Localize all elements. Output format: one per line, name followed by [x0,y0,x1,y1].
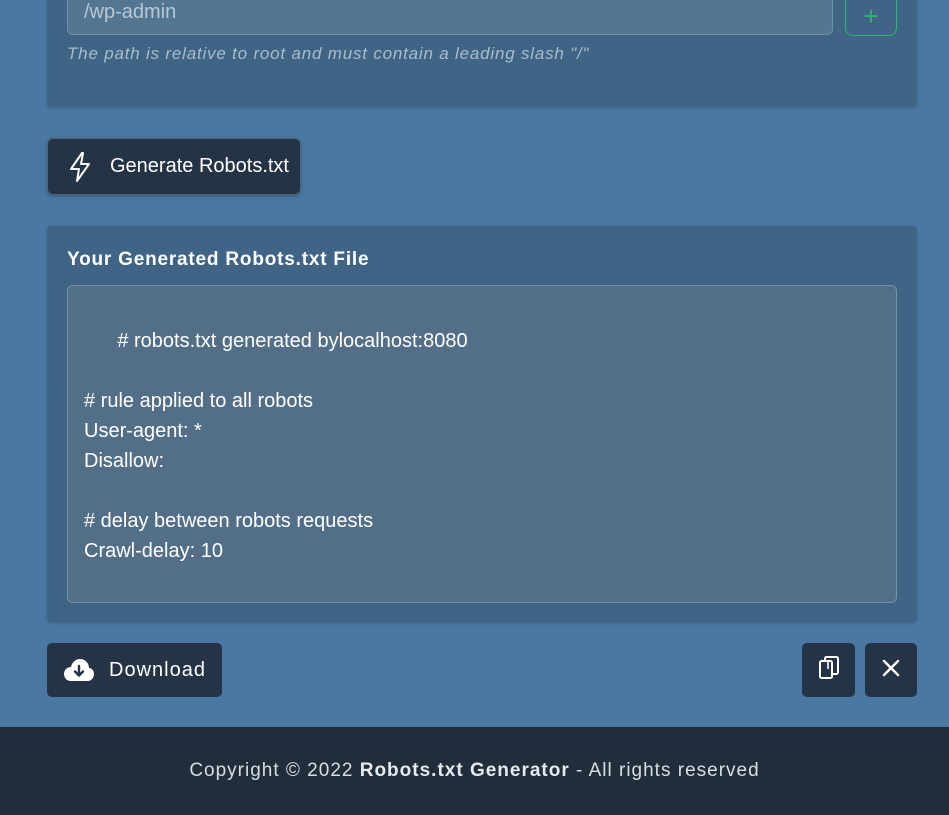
resize-grip-icon[interactable] [886,592,894,600]
footer-brand: Robots.txt Generator [359,760,570,781]
page-footer: Copyright © 2022 Robots.txt Generator - … [0,727,949,815]
generated-file-title: Your Generated Robots.txt File [67,249,370,270]
copy-button[interactable] [802,643,855,697]
robots-output-content: # robots.txt generated bylocalhost:8080 … [84,330,468,562]
lightning-bolt-icon [66,151,94,183]
path-hint-text: The path is relative to root and must co… [67,44,590,63]
robots-output-textarea[interactable]: # robots.txt generated bylocalhost:8080 … [67,285,897,603]
download-button-label: Download [109,658,206,681]
cloud-download-icon [63,657,95,683]
generate-robots-button[interactable]: Generate Robots.txt [47,138,301,195]
generate-button-label: Generate Robots.txt [110,155,289,177]
footer-copyright-prefix: Copyright © 2022 [189,760,360,781]
clear-button[interactable] [865,643,917,697]
disallow-path-card: /wp-admin + The path is relative to root… [47,0,917,107]
robots-generator-page: /wp-admin + The path is relative to root… [0,0,949,815]
download-button[interactable]: Download [47,643,222,697]
disallow-path-input[interactable]: /wp-admin [67,0,833,35]
copy-icon [818,655,840,686]
footer-rights-suffix: - All rights reserved [569,760,760,781]
generated-file-card: Your Generated Robots.txt File # robots.… [47,226,917,622]
close-icon [882,659,900,682]
add-path-button[interactable]: + [845,0,897,36]
